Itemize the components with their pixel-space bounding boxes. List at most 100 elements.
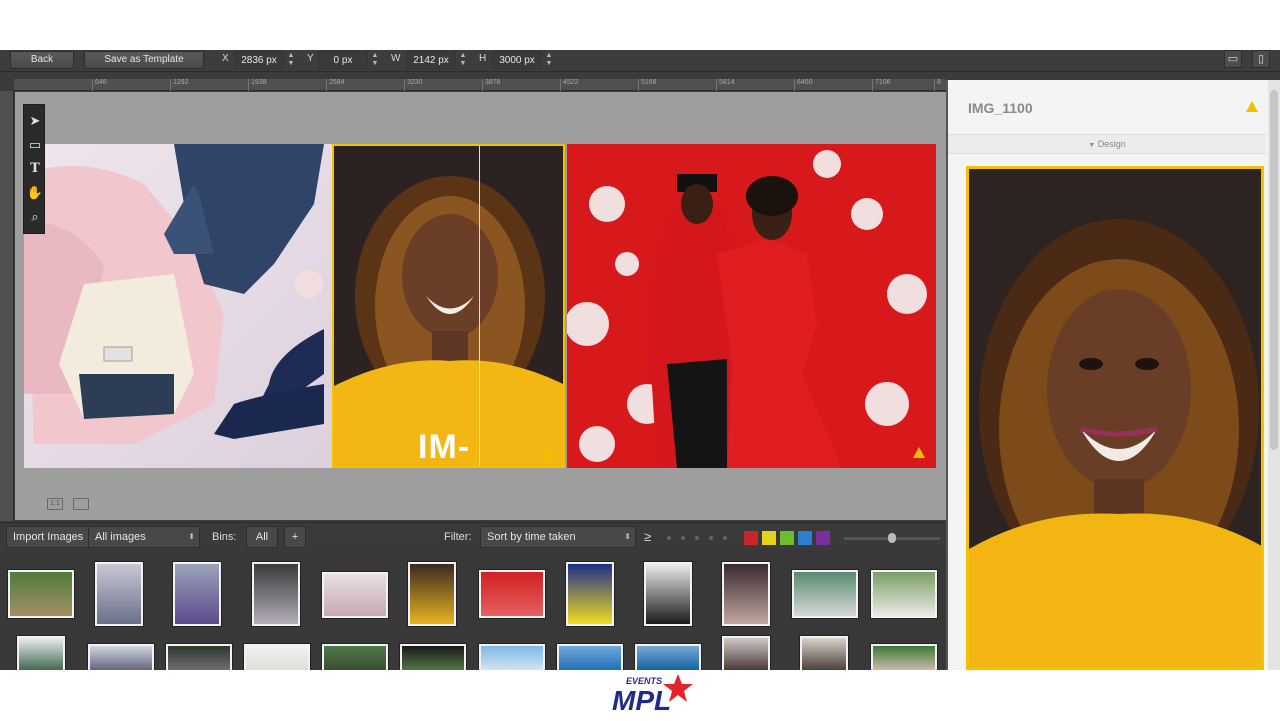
- x-field[interactable]: 2836 px: [234, 51, 284, 69]
- y-field[interactable]: 0 px: [318, 51, 368, 69]
- back-button[interactable]: Back: [10, 51, 74, 69]
- save-as-template-button[interactable]: Save as Template: [84, 51, 204, 69]
- image-thumbnail[interactable]: [322, 644, 388, 670]
- color-label-yellow[interactable]: [762, 531, 776, 545]
- photo-flatlay[interactable]: [24, 144, 332, 468]
- inspector-scrollbar[interactable]: [1268, 80, 1280, 670]
- caret-down-icon: ▼: [1088, 142, 1096, 149]
- fit-view-button[interactable]: [73, 498, 89, 510]
- image-thumbnail[interactable]: [800, 636, 848, 670]
- image-thumbnail[interactable]: [479, 570, 545, 618]
- y-spinner-icon[interactable]: ▲ ▼: [371, 52, 379, 68]
- zoom-tool-icon[interactable]: ⌕: [24, 205, 46, 229]
- low-resolution-warning-icon[interactable]: [542, 448, 554, 459]
- text-tool-icon[interactable]: T: [24, 157, 46, 181]
- slider-handle[interactable]: [888, 533, 896, 543]
- crop-tool-icon[interactable]: ▭: [24, 133, 46, 157]
- image-thumbnail[interactable]: [173, 562, 221, 626]
- add-bin-button[interactable]: +: [284, 526, 306, 548]
- color-label-red[interactable]: [744, 531, 758, 545]
- h-field[interactable]: 3000 px: [492, 51, 542, 69]
- chevron-updown-icon: ⬍: [188, 532, 195, 541]
- image-preview: [966, 166, 1264, 670]
- x-spinner-icon[interactable]: ▲ ▼: [287, 52, 295, 68]
- image-thumbnail[interactable]: [8, 570, 74, 618]
- shirt-text: IM-: [418, 428, 471, 466]
- image-source-select[interactable]: All images ⬍: [88, 526, 200, 548]
- sort-select[interactable]: Sort by time taken ⬍: [480, 526, 636, 548]
- image-source-value: All images: [95, 531, 146, 543]
- image-thumbnail-grid: [0, 550, 946, 670]
- color-label-purple[interactable]: [816, 531, 830, 545]
- svg-text:MPL: MPL: [612, 685, 671, 716]
- image-thumbnail[interactable]: [479, 644, 545, 670]
- image-thumbnail[interactable]: [722, 636, 770, 670]
- rating-star-icon[interactable]: [695, 536, 699, 540]
- image-thumbnail[interactable]: [566, 562, 614, 626]
- image-thumbnail[interactable]: [722, 562, 770, 626]
- couple-image: [567, 144, 936, 468]
- image-thumbnail[interactable]: [792, 570, 858, 618]
- color-label-green[interactable]: [780, 531, 794, 545]
- image-thumbnail[interactable]: [95, 562, 143, 626]
- ruler-tick: 5168: [638, 79, 657, 91]
- image-thumbnail[interactable]: [408, 562, 456, 626]
- h-label: H: [479, 53, 487, 64]
- w-field[interactable]: 2142 px: [406, 51, 456, 69]
- portrait-image: [334, 146, 563, 466]
- split-view-icon[interactable]: ▯: [1252, 50, 1270, 68]
- ruler-tick: 2584: [326, 79, 345, 91]
- ruler-tick: 6460: [794, 79, 813, 91]
- rating-operator[interactable]: ≥: [644, 529, 651, 544]
- w-spinner-icon[interactable]: ▲ ▼: [459, 52, 467, 68]
- rating-star-icon[interactable]: [681, 536, 685, 540]
- image-thumbnail[interactable]: [322, 572, 388, 618]
- image-browser-bar: Import Images All images ⬍ Bins: All + F…: [0, 522, 946, 550]
- color-label-blue[interactable]: [798, 531, 812, 545]
- warning-icon[interactable]: [1246, 101, 1258, 112]
- bins-all-button[interactable]: All: [246, 526, 278, 548]
- photo-portrait-selected[interactable]: IM-: [332, 144, 565, 468]
- ruler-tick: 3230: [404, 79, 423, 91]
- ruler-tick: 8: [934, 79, 941, 91]
- hand-tool-icon[interactable]: ✋: [24, 181, 46, 205]
- ruler-tick: 646: [92, 79, 107, 91]
- y-label: Y: [307, 53, 314, 64]
- image-thumbnail[interactable]: [166, 644, 232, 670]
- import-images-button[interactable]: Import Images: [6, 526, 91, 548]
- h-spinner-icon[interactable]: ▲ ▼: [545, 52, 553, 68]
- image-thumbnail[interactable]: [871, 644, 937, 670]
- image-thumbnail[interactable]: [88, 644, 154, 670]
- rating-star-icon[interactable]: [667, 536, 671, 540]
- image-thumbnail[interactable]: [244, 644, 310, 670]
- image-thumbnail[interactable]: [635, 644, 701, 670]
- ruler-tick: 4522: [560, 79, 579, 91]
- vertical-ruler: [0, 91, 14, 521]
- preview-portrait: [969, 169, 1261, 667]
- scrollbar-thumb[interactable]: [1270, 90, 1278, 450]
- bins-label: Bins:: [212, 531, 237, 543]
- design-section-toggle[interactable]: ▼ Design: [948, 134, 1266, 154]
- image-thumbnail[interactable]: [871, 570, 937, 618]
- image-thumbnail[interactable]: [557, 644, 623, 670]
- design-canvas[interactable]: IM- ➤ ▭ T ✋ ⌕ 1:1: [15, 92, 946, 520]
- image-thumbnail[interactable]: [400, 644, 466, 670]
- rating-star-icon[interactable]: [709, 536, 713, 540]
- image-thumbnail[interactable]: [252, 562, 300, 626]
- image-thumbnail[interactable]: [17, 636, 65, 670]
- horizontal-ruler: 646 1292 1938 2584 3230 3876 4522 5168 5…: [14, 79, 946, 91]
- photo-couple[interactable]: [567, 144, 936, 468]
- image-thumbnail[interactable]: [644, 562, 692, 626]
- low-resolution-warning-icon[interactable]: [913, 447, 925, 458]
- selection-tool-icon[interactable]: ➤: [24, 109, 46, 133]
- logo-mark: EVENTS MPL: [612, 674, 693, 716]
- rating-star-icon[interactable]: [723, 536, 727, 540]
- ruler-tick: 7106: [872, 79, 891, 91]
- design-tab-label: Design: [1097, 139, 1126, 149]
- zoom-1-1-button[interactable]: 1:1: [47, 498, 63, 510]
- ruler-tick: 3876: [482, 79, 501, 91]
- single-view-icon[interactable]: ▭: [1224, 50, 1242, 68]
- w-label: W: [391, 53, 401, 64]
- ruler-tick: 1938: [248, 79, 267, 91]
- ruler-tick: 1292: [170, 79, 189, 91]
